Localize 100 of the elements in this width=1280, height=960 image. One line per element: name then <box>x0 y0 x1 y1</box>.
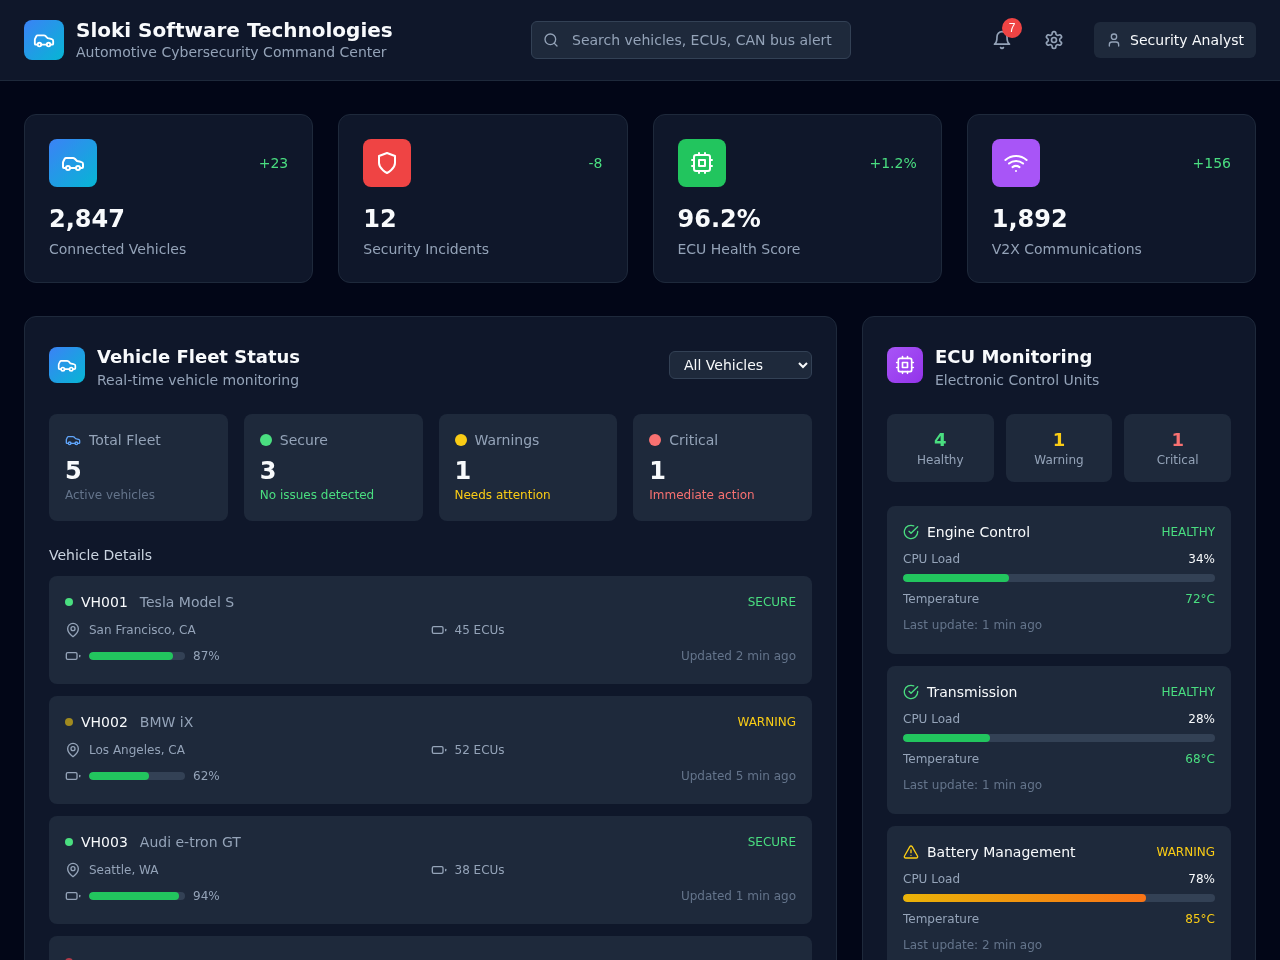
panel-subtitle: Real-time vehicle monitoring <box>97 372 301 388</box>
ecu-status: HEALTHY <box>1161 525 1215 539</box>
vehicle-id: VH003 <box>81 834 128 850</box>
stat-change: +1.2% <box>869 155 917 171</box>
chip-icon <box>689 151 714 175</box>
battery-percent: 87% <box>193 649 220 663</box>
ecu-name: Transmission <box>927 684 1018 700</box>
vehicle-status: SECURE <box>747 595 796 609</box>
summary-note: Active vehicles <box>65 488 156 502</box>
settings-icon <box>1044 30 1065 50</box>
location-pin-icon <box>65 862 81 878</box>
app-title: Sloki Software Technologies <box>76 18 394 42</box>
status-dot <box>65 718 73 726</box>
summary-value: 1 <box>649 456 667 486</box>
vehicle-card[interactable]: VH002 BMW iX WARNING Los Angeles, CA 52 ECUs 62% Updated 5 min ago <box>49 696 812 804</box>
temperature-label: Temperature <box>903 592 979 606</box>
stat-value: 12 <box>363 204 398 235</box>
temperature-value: 68°C <box>1185 752 1215 766</box>
cpu-label: CPU Load <box>903 552 960 566</box>
stat-label: V2X Communications <box>991 241 1143 257</box>
vehicle-location: Seattle, WA <box>89 863 159 877</box>
temperature-value: 72°C <box>1185 592 1215 606</box>
check-circle-icon <box>903 524 919 540</box>
vehicle-status: SECURE <box>747 835 796 849</box>
updated-time: Updated 5 min ago <box>680 769 796 783</box>
warning-icon <box>903 844 919 860</box>
status-dot <box>454 434 467 446</box>
battery-percent: 62% <box>193 769 220 783</box>
bell-icon <box>992 30 1013 50</box>
temperature-label: Temperature <box>903 752 979 766</box>
ecu-name: Engine Control <box>927 524 1031 540</box>
vehicle-model: BMW iX <box>139 714 194 730</box>
cpu-value: 34% <box>1188 552 1215 566</box>
summary-value: 3 <box>259 456 278 486</box>
cpu-value: 78% <box>1188 872 1215 886</box>
ecu-status: WARNING <box>1156 845 1215 859</box>
summary-note: No issues detected <box>259 488 376 502</box>
last-update: Last update: 1 min ago <box>903 778 1044 792</box>
summary-label: Healthy <box>917 453 964 467</box>
location-pin-icon <box>65 742 81 758</box>
vehicle-card[interactable]: VH003 Audi e-tron GT SECURE Seattle, WA 38 ECUs 94% Updated 1 min ago <box>49 816 812 924</box>
check-circle-icon <box>903 684 919 700</box>
summary-note: Immediate action <box>649 488 756 502</box>
last-update: Last update: 2 min ago <box>903 938 1044 952</box>
stat-value: 1,892 <box>991 204 1069 235</box>
vehicle-model: Tesla Model S <box>139 594 235 610</box>
vehicle-id: VH001 <box>81 594 128 610</box>
summary-value: 1 <box>1052 429 1066 451</box>
updated-time: Updated 2 min ago <box>680 649 796 663</box>
summary-value: 1 <box>454 456 473 486</box>
battery-percent: 94% <box>193 889 220 903</box>
panel-title: ECU Monitoring <box>935 346 1094 368</box>
updated-time: Updated 1 min ago <box>680 889 796 903</box>
app-subtitle: Automotive Cybersecurity Command Center <box>76 43 388 62</box>
stat-change: +156 <box>1192 155 1231 171</box>
cpu-label: CPU Load <box>903 712 960 726</box>
ecu-count: 38 ECUs <box>454 863 505 877</box>
section-title: Vehicle Details <box>49 547 154 563</box>
ecu-name: Battery Management <box>927 844 1076 860</box>
stat-value: 2,847 <box>49 204 126 235</box>
summary-label: Critical <box>1156 453 1199 467</box>
summary-value: 5 <box>65 456 83 486</box>
search-field[interactable]: Search vehicles, ECUs, CAN bus alert <box>531 21 851 59</box>
vehicle-location: San Francisco, CA <box>89 623 196 637</box>
chip-icon <box>895 355 915 375</box>
ecu-status: HEALTHY <box>1161 685 1215 699</box>
cpu-value: 28% <box>1188 712 1215 726</box>
vehicle-filter-select[interactable]: All Vehicles <box>669 351 812 379</box>
vehicle-model: Audi e-tron GT <box>139 834 241 850</box>
status-dot <box>65 838 73 846</box>
user-button[interactable]: Security Analyst <box>1094 22 1256 58</box>
stat-label: ECU Health Score <box>677 241 802 257</box>
stat-change: -8 <box>588 155 603 171</box>
stat-change: +23 <box>258 155 289 171</box>
vehicle-id: VH002 <box>81 714 128 730</box>
stat-label: Connected Vehicles <box>49 241 188 257</box>
vehicle-location: Los Angeles, CA <box>89 743 185 757</box>
status-dot <box>259 434 272 446</box>
notification-count: 7 <box>1002 18 1023 38</box>
summary-label: Warnings <box>474 432 540 448</box>
temperature-label: Temperature <box>903 912 979 926</box>
summary-note: Needs attention <box>454 488 552 502</box>
status-dot <box>65 598 73 606</box>
summary-label: Warning <box>1034 453 1084 467</box>
status-dot <box>649 434 662 446</box>
search-icon <box>543 32 559 48</box>
temperature-value: 85°C <box>1185 912 1215 926</box>
summary-label: Critical <box>669 432 719 448</box>
panel-title: Vehicle Fleet Status <box>97 346 301 368</box>
location-pin-icon <box>65 622 81 638</box>
ecu-count: 52 ECUs <box>454 743 505 757</box>
vehicle-card[interactable]: VH001 Tesla Model S SECURE San Francisco, CA 45 ECUs 87% Updated 2 min ago <box>49 576 812 684</box>
ecu-count: 45 ECUs <box>454 623 505 637</box>
stat-label: Security Incidents <box>363 241 490 257</box>
summary-label: Secure <box>279 432 328 448</box>
summary-label: Total Fleet <box>89 432 161 448</box>
summary-value: 4 <box>934 429 947 451</box>
summary-value: 1 <box>1171 429 1184 451</box>
last-update: Last update: 1 min ago <box>903 618 1044 632</box>
panel-subtitle: Electronic Control Units <box>935 372 1100 388</box>
